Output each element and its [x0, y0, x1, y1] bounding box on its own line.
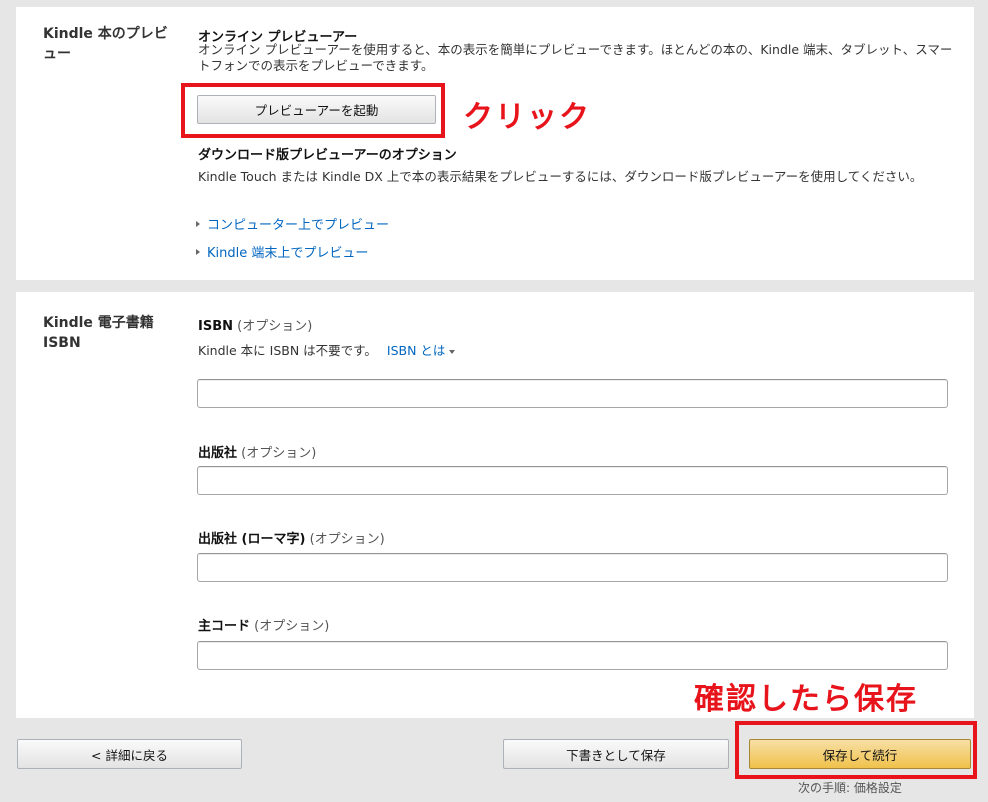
isbn-input[interactable]: [197, 379, 948, 408]
isbn-panel: Kindle 電子書籍 ISBN ISBN (オプション) Kindle 本に …: [16, 292, 974, 718]
preview-on-computer-label: コンピューター上でプレビュー: [207, 218, 390, 233]
publisher-input[interactable]: [197, 466, 948, 495]
preview-on-device-link[interactable]: Kindle 端末上でプレビュー: [196, 242, 368, 261]
launch-previewer-button[interactable]: プレビューアーを起動: [197, 95, 436, 124]
save-and-continue-button[interactable]: 保存して続行: [749, 739, 971, 769]
preview-on-computer-link[interactable]: コンピューター上でプレビュー: [196, 214, 389, 233]
publisher-roman-label-text: 出版社 (ローマ字): [198, 532, 306, 547]
next-step-text: 次の手順: 価格設定: [798, 781, 902, 795]
online-previewer-description: オンライン プレビューアーを使用すると、本の表示を簡単にプレビューできます。ほと…: [198, 42, 953, 73]
save-draft-button[interactable]: 下書きとして保存: [503, 739, 729, 769]
isbn-note-row: Kindle 本に ISBN は不要です。 ISBN とは: [198, 340, 456, 359]
optional-text: (オプション): [241, 446, 317, 461]
isbn-field-label: ISBN (オプション): [198, 315, 312, 334]
isbn-note: Kindle 本に ISBN は不要です。: [198, 343, 377, 358]
primary-code-field-label: 主コード (オプション): [198, 615, 329, 634]
optional-text: (オプション): [309, 532, 385, 547]
preview-panel: Kindle 本のプレビュー オンライン プレビューアー オンライン プレビュー…: [16, 7, 974, 280]
back-to-details-button[interactable]: < 詳細に戻る: [17, 739, 242, 769]
publisher-field-label: 出版社 (オプション): [198, 442, 316, 461]
triangle-right-icon: [196, 220, 200, 227]
isbn-label-text: ISBN: [198, 319, 233, 334]
publisher-label-text: 出版社: [198, 446, 238, 461]
what-is-isbn-label: ISBN とは: [386, 343, 446, 358]
annotation-confirm-text: 確認したら保存: [694, 682, 918, 717]
triangle-right-icon: [196, 248, 200, 255]
optional-text: (オプション): [237, 319, 313, 334]
download-previewer-description: Kindle Touch または Kindle DX 上で本の表示結果をプレビュ…: [198, 169, 923, 184]
isbn-section-label: Kindle 電子書籍 ISBN: [43, 315, 154, 351]
preview-section-label: Kindle 本のプレビュー: [43, 26, 168, 62]
what-is-isbn-link[interactable]: ISBN とは: [387, 343, 456, 358]
optional-text: (オプション): [254, 619, 330, 634]
preview-on-device-label: Kindle 端末上でプレビュー: [207, 246, 369, 261]
annotation-click-text: クリック: [463, 100, 591, 135]
publisher-roman-field-label: 出版社 (ローマ字) (オプション): [198, 528, 385, 547]
primary-code-label-text: 主コード: [198, 619, 251, 634]
download-previewer-heading: ダウンロード版プレビューアーのオプション: [198, 148, 457, 163]
publisher-roman-input[interactable]: [197, 553, 948, 582]
caret-down-icon: [449, 349, 456, 354]
primary-code-input[interactable]: [197, 641, 948, 670]
